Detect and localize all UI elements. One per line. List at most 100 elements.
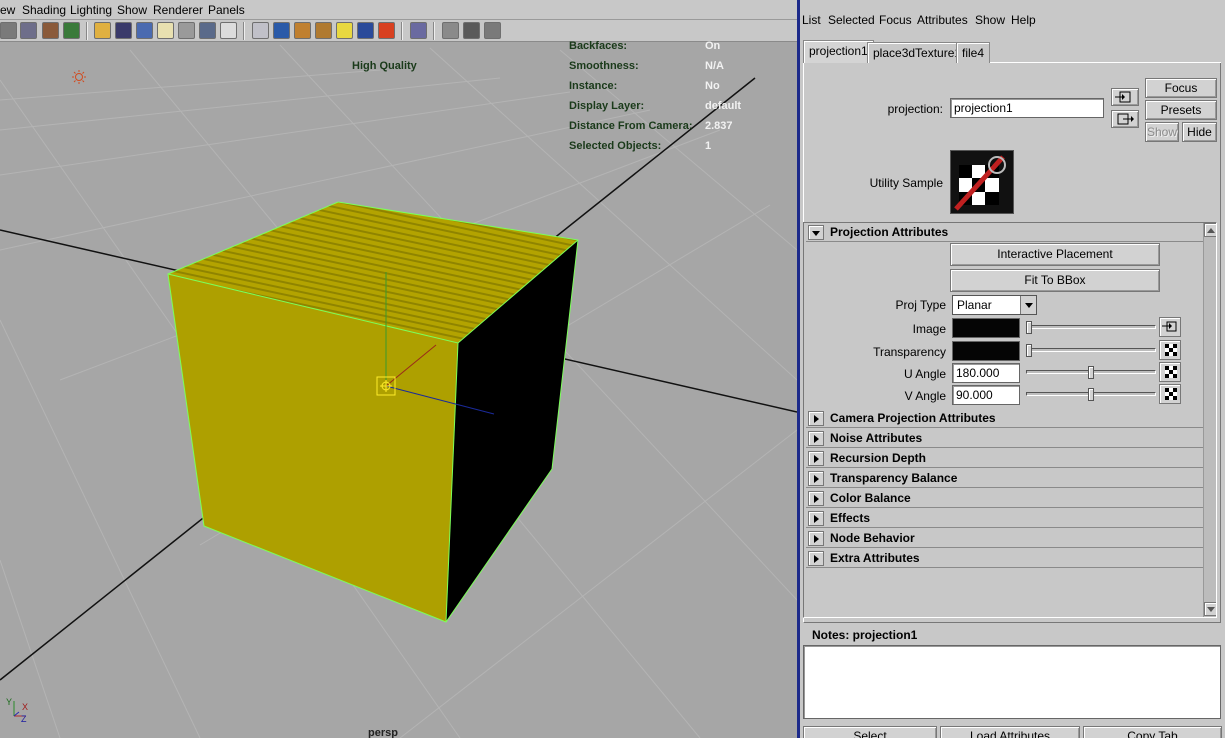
image-color-swatch[interactable] bbox=[952, 318, 1020, 338]
scroll-down-icon[interactable] bbox=[1204, 602, 1216, 616]
vertical-scrollbar[interactable] bbox=[1203, 223, 1216, 617]
wireframe-shading-icon[interactable] bbox=[252, 22, 269, 39]
expand-arrow-icon[interactable] bbox=[808, 471, 824, 486]
v-angle-slider-thumb[interactable] bbox=[1088, 388, 1094, 401]
expand-arrow-icon[interactable] bbox=[808, 491, 824, 506]
image-slider-thumb[interactable] bbox=[1026, 321, 1032, 334]
utility-sample-swatch[interactable] bbox=[950, 150, 1014, 214]
expand-arrow-icon[interactable] bbox=[808, 551, 824, 566]
safe-action-icon[interactable] bbox=[199, 22, 216, 39]
menu-shading[interactable]: Shading bbox=[22, 3, 66, 17]
xray-icon[interactable] bbox=[442, 22, 459, 39]
camera-select-icon[interactable] bbox=[0, 22, 17, 39]
tab-file4[interactable]: file4 bbox=[956, 42, 991, 63]
section-title: Color Balance bbox=[830, 491, 911, 505]
expand-arrow-icon[interactable] bbox=[808, 225, 824, 240]
textured-cube[interactable] bbox=[167, 201, 579, 623]
field-chart-icon[interactable] bbox=[178, 22, 195, 39]
menu-view[interactable]: ew bbox=[0, 3, 15, 17]
safe-title-icon[interactable] bbox=[220, 22, 237, 39]
transparency-map-button[interactable] bbox=[1159, 340, 1181, 360]
section-camera-projection-attributes[interactable]: Camera Projection Attributes bbox=[806, 409, 1203, 428]
isolate-select-icon[interactable] bbox=[410, 22, 427, 39]
hud-value: On bbox=[705, 40, 721, 52]
expand-arrow-icon[interactable] bbox=[808, 511, 824, 526]
section-extra-attributes[interactable]: Extra Attributes bbox=[806, 549, 1203, 568]
scroll-up-icon[interactable] bbox=[1204, 223, 1216, 237]
chevron-down-icon bbox=[1020, 296, 1036, 314]
v-angle-map-button[interactable] bbox=[1159, 384, 1181, 404]
menu-selected[interactable]: Selected bbox=[828, 13, 875, 27]
node-name-field[interactable] bbox=[950, 98, 1104, 118]
transparency-slider[interactable] bbox=[1026, 348, 1156, 352]
menu-panels[interactable]: Panels bbox=[208, 3, 245, 17]
viewport-scene[interactable]: Y X Z bbox=[0, 42, 797, 738]
hide-button[interactable]: Hide bbox=[1182, 122, 1217, 142]
u-angle-field[interactable] bbox=[952, 363, 1020, 383]
u-angle-slider-thumb[interactable] bbox=[1088, 366, 1094, 379]
menu-attributes[interactable]: Attributes bbox=[917, 13, 968, 27]
section-noise-attributes[interactable]: Noise Attributes bbox=[806, 429, 1203, 448]
tab-projection1[interactable]: projection1 bbox=[803, 40, 874, 63]
section-effects[interactable]: Effects bbox=[806, 509, 1203, 528]
section-node-behavior[interactable]: Node Behavior bbox=[806, 529, 1203, 548]
xray-joints-icon[interactable] bbox=[463, 22, 480, 39]
section-projection-attributes[interactable]: Projection Attributes bbox=[806, 223, 1203, 242]
section-recursion-depth[interactable]: Recursion Depth bbox=[806, 449, 1203, 468]
menu-help[interactable]: Help bbox=[1011, 13, 1036, 27]
film-gate-icon[interactable] bbox=[115, 22, 132, 39]
copy-tab-button[interactable]: Copy Tab bbox=[1083, 726, 1222, 738]
resolution-gate-icon[interactable] bbox=[136, 22, 153, 39]
load-attributes-button[interactable]: Load Attributes bbox=[940, 726, 1080, 738]
expand-arrow-icon[interactable] bbox=[808, 411, 824, 426]
go-to-input-button[interactable] bbox=[1111, 88, 1139, 106]
interactive-placement-button[interactable]: Interactive Placement bbox=[950, 243, 1160, 266]
perspective-viewport-panel[interactable]: Y X Z ew Shading Lighting Show Renderer … bbox=[0, 0, 797, 738]
focus-button[interactable]: Focus bbox=[1145, 78, 1217, 98]
hud-label: Selected Objects: bbox=[569, 140, 662, 152]
image-plane-icon[interactable] bbox=[63, 22, 80, 39]
section-color-balance[interactable]: Color Balance bbox=[806, 489, 1203, 508]
menu-list[interactable]: List bbox=[802, 13, 821, 27]
camera-attributes-icon[interactable] bbox=[20, 22, 37, 39]
xray-active-icon[interactable] bbox=[484, 22, 501, 39]
image-slider[interactable] bbox=[1026, 325, 1156, 329]
section-transparency-balance[interactable]: Transparency Balance bbox=[806, 469, 1203, 488]
expand-arrow-icon[interactable] bbox=[808, 451, 824, 466]
v-angle-field[interactable] bbox=[952, 385, 1020, 405]
section-title: Camera Projection Attributes bbox=[830, 411, 996, 425]
transparency-color-swatch[interactable] bbox=[952, 341, 1020, 361]
high-quality-icon[interactable] bbox=[378, 22, 395, 39]
node-name-label: projection: bbox=[887, 102, 943, 116]
menu-show[interactable]: Show bbox=[975, 13, 1005, 27]
transparency-slider-thumb[interactable] bbox=[1026, 344, 1032, 357]
gate-mask-icon[interactable] bbox=[157, 22, 174, 39]
lights-icon[interactable] bbox=[336, 22, 353, 39]
expand-arrow-icon[interactable] bbox=[808, 431, 824, 446]
hud-label: Display Layer: bbox=[569, 100, 645, 112]
wireframe-on-shaded-icon[interactable] bbox=[294, 22, 311, 39]
fit-to-bbox-button[interactable]: Fit To BBox bbox=[950, 269, 1160, 292]
u-angle-map-button[interactable] bbox=[1159, 362, 1181, 382]
section-title: Noise Attributes bbox=[830, 431, 923, 445]
tab-place3dtexture1[interactable]: place3dTexture1 bbox=[867, 42, 968, 63]
smooth-shading-icon[interactable] bbox=[273, 22, 290, 39]
proj-type-dropdown[interactable]: Planar bbox=[952, 295, 1037, 315]
shadows-icon[interactable] bbox=[357, 22, 374, 39]
attribute-scroll-area[interactable]: Projection Attributes Interactive Placem… bbox=[803, 222, 1217, 618]
menu-lighting[interactable]: Lighting bbox=[70, 3, 112, 17]
menu-show[interactable]: Show bbox=[117, 3, 147, 17]
presets-button[interactable]: Presets bbox=[1145, 100, 1217, 120]
image-map-button[interactable] bbox=[1159, 317, 1181, 337]
textured-icon[interactable] bbox=[315, 22, 332, 39]
expand-arrow-icon[interactable] bbox=[808, 531, 824, 546]
notes-text-area[interactable] bbox=[803, 645, 1221, 719]
grid-toggle-icon[interactable] bbox=[94, 22, 111, 39]
menu-renderer[interactable]: Renderer bbox=[153, 3, 203, 17]
menu-focus[interactable]: Focus bbox=[879, 13, 912, 27]
bookmark-icon[interactable] bbox=[42, 22, 59, 39]
go-to-output-button[interactable] bbox=[1111, 110, 1139, 128]
v-angle-label: V Angle bbox=[904, 389, 946, 403]
show-button[interactable]: Show bbox=[1145, 122, 1179, 142]
select-button[interactable]: Select bbox=[803, 726, 937, 738]
